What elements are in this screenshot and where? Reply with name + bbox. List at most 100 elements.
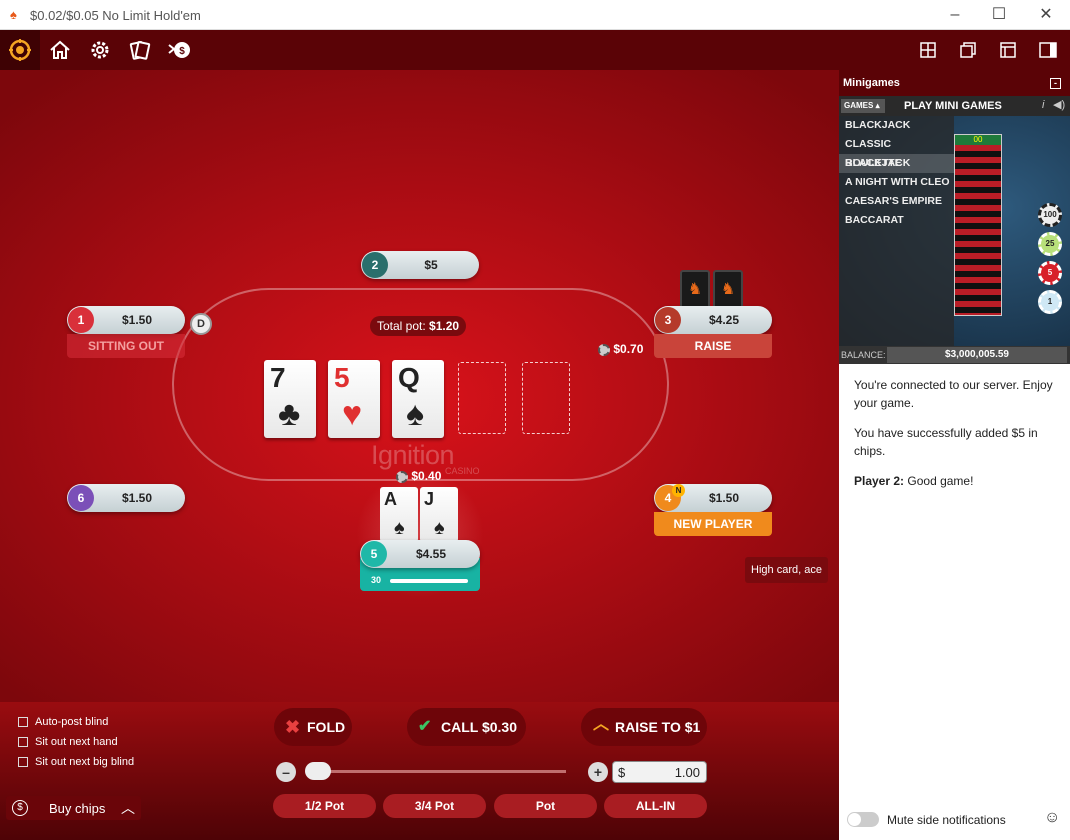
close-button[interactable]: ✕ [1035, 4, 1057, 26]
fold-label: FOLD [307, 719, 346, 735]
menu-item-a-night-with-cleo[interactable]: A NIGHT WITH CLEO [839, 173, 954, 192]
chevron-up-icon[interactable]: ︿ [121, 798, 135, 818]
sound-icon[interactable]: ◀) [1053, 98, 1065, 111]
chat-message: You're connected to our server. Enjoy yo… [854, 378, 1053, 410]
buy-chips-button[interactable]: $ Buy chips ︿ [6, 796, 141, 820]
checkbox-label: Auto-post blind [35, 716, 109, 728]
games-tab[interactable]: GAMES ▴ [841, 99, 885, 113]
chip-25[interactable]: 25 [1038, 232, 1062, 256]
chip-5[interactable]: 5 [1038, 261, 1062, 285]
seat-1-status: SITTING OUT [67, 334, 185, 358]
minigames-title: Minigames [843, 77, 900, 89]
menu-item-blackjack[interactable]: BLACKJACK [839, 116, 954, 135]
bet-amount: $0.40 [411, 469, 442, 483]
svg-text:$: $ [179, 46, 185, 57]
checkbox-box[interactable] [18, 757, 28, 768]
heart-icon: ♥ [342, 395, 363, 433]
seat-3[interactable]: 3 $4.25 [654, 306, 772, 334]
roulette-preview[interactable]: 00 BLACKJACK CLASSIC BLACKJACK ROULETTE … [839, 116, 1070, 346]
menu-item-baccarat[interactable]: BACCARAT [839, 211, 954, 230]
roulette-board: 00 [954, 134, 1002, 316]
minigames-balance: BALANCE: $3,000,005.59 [839, 346, 1070, 364]
raise-button[interactable]: ︿ RAISE TO $1 [581, 708, 707, 746]
community-card-3: Q ♠ [392, 360, 444, 438]
buy-chips-label: Buy chips [49, 801, 106, 816]
community-card-2: 5 ♥ [328, 360, 380, 438]
half-pot-button[interactable]: 1/2 Pot [273, 794, 376, 818]
all-in-button[interactable]: ALL-IN [604, 794, 707, 818]
call-button[interactable]: ✔ CALL $0.30 [407, 708, 526, 746]
maximize-button[interactable]: ☐ [988, 4, 1010, 26]
minimize-button[interactable]: – [944, 4, 966, 26]
seat-5-bet: $0.40 [396, 469, 441, 483]
action-timer: 30 [371, 575, 382, 585]
seat-stack: $4.55 [415, 547, 447, 561]
chat-message: Player 2: Good game! [854, 472, 1059, 490]
games-menu: BLACKJACK CLASSIC BLACKJACK ROULETTE A N… [839, 116, 954, 346]
play-mini-games-label: PLAY MINI GAMES [904, 100, 1002, 112]
checkbox-label: Sit out next hand [35, 736, 118, 748]
emoji-icon[interactable]: ☺ [1044, 809, 1060, 827]
raise-amount-input[interactable]: $ 1.00 [612, 761, 707, 783]
checkbox-box[interactable] [18, 717, 28, 728]
seat-stack: $5 [424, 258, 438, 272]
home-icon[interactable] [40, 30, 80, 70]
seat-1[interactable]: 1 $1.50 [67, 306, 185, 334]
tip-dealer-icon[interactable]: $ [160, 30, 200, 70]
collapse-icon[interactable]: - [1050, 78, 1061, 89]
cascade-view-icon[interactable] [948, 30, 988, 70]
three-quarter-pot-button[interactable]: 3/4 Pot [383, 794, 486, 818]
dollar-chip-icon: $ [12, 800, 28, 816]
fold-button[interactable]: ✖ FOLD [274, 708, 352, 746]
hand-strength-tip: High card, ace [745, 557, 828, 583]
spade-icon: ♠ [406, 395, 425, 433]
opponent-card-back-1: ♞ [680, 270, 710, 310]
seat-5-hero[interactable]: 5 $4.55 [360, 540, 480, 568]
sit-out-next-hand-checkbox[interactable]: Sit out next hand [18, 736, 158, 750]
hero-card-2: J ♠ [420, 487, 458, 542]
chip-1[interactable]: 1 [1038, 290, 1062, 314]
increase-raise-button[interactable]: + [588, 762, 608, 782]
hero-card-1: A ♠ [380, 487, 418, 542]
brand-logo: Ignition [371, 440, 455, 470]
raise-slider-thumb[interactable] [305, 762, 331, 780]
seat-stack: $1.50 [708, 491, 740, 505]
checkbox-box[interactable] [18, 737, 28, 748]
side-panel: Minigames - GAMES ▴ PLAY MINI GAMES i ◀)… [839, 70, 1070, 840]
raise-amount-value: 1.00 [674, 765, 700, 780]
tile-view-icon[interactable] [908, 30, 948, 70]
mute-toggle[interactable] [847, 812, 879, 827]
side-panel-icon[interactable] [1028, 30, 1068, 70]
games-tab-label: GAMES [844, 101, 874, 110]
seat-number: 2 [362, 252, 388, 278]
lobby-icon[interactable] [0, 30, 40, 70]
decrease-raise-button[interactable]: – [276, 762, 296, 782]
seat-stack: $4.25 [708, 313, 740, 327]
seat-6[interactable]: 6 $1.50 [67, 484, 185, 512]
balance-label: BALANCE: [841, 350, 886, 360]
roulette-numbers [955, 145, 1001, 315]
window-view-icon[interactable] [988, 30, 1028, 70]
opponent-card-back-2: ♞ [713, 270, 743, 310]
seat-2[interactable]: 2 $5 [361, 251, 479, 279]
club-icon: ♣ [278, 395, 301, 433]
sit-out-next-big-blind-checkbox[interactable]: Sit out next big blind [18, 756, 158, 770]
action-panel: Auto-post blind Sit out next hand Sit ou… [0, 702, 839, 840]
menu-item-classic-blackjack[interactable]: CLASSIC BLACKJACK [839, 135, 954, 169]
menu-item-caesars-empire[interactable]: CAESAR'S EMPIRE [839, 192, 954, 211]
card-rank: Q [398, 362, 420, 393]
cards-icon[interactable] [120, 30, 160, 70]
window-title: $0.02/$0.05 No Limit Hold'em [30, 8, 201, 23]
menu-item-roulette[interactable]: ROULETTE [839, 154, 954, 173]
card-rank: J [424, 489, 435, 509]
info-icon[interactable]: i [1042, 99, 1044, 111]
chat-text: Good game! [907, 474, 974, 488]
chip-100[interactable]: 100 [1038, 203, 1062, 227]
pot-button[interactable]: Pot [494, 794, 597, 818]
raise-label: RAISE TO $1 [615, 719, 701, 735]
settings-icon[interactable] [80, 30, 120, 70]
raise-slider-track[interactable] [318, 770, 566, 773]
auto-post-blind-checkbox[interactable]: Auto-post blind [18, 716, 158, 730]
seat-3-action: RAISE [654, 334, 772, 358]
seat-4[interactable]: 4 N $1.50 [654, 484, 772, 512]
